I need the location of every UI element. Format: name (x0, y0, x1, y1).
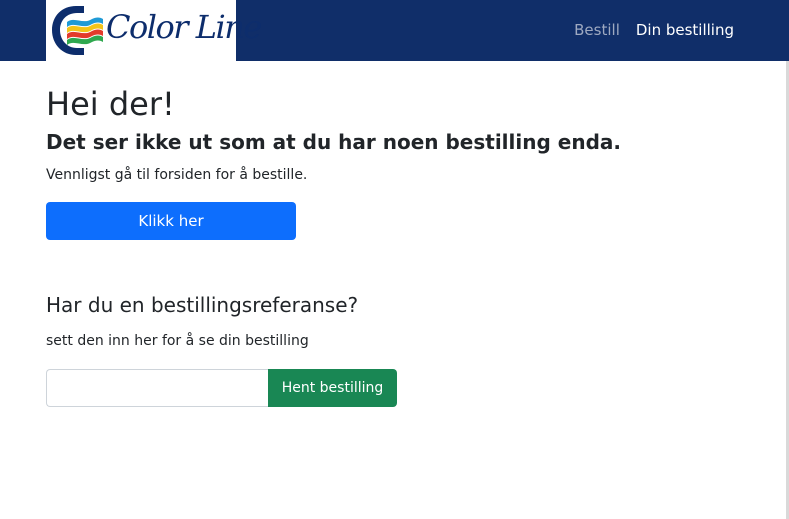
click-here-button[interactable]: Klikk her (46, 202, 296, 240)
main-nav: Bestill Din bestilling (574, 21, 734, 39)
booking-reference-hint: sett den inn her for å se din bestilling (46, 333, 309, 349)
no-booking-message: Det ser ikke ut som at du har noen besti… (46, 130, 621, 154)
nav-link-bestill[interactable]: Bestill (574, 21, 620, 39)
booking-instruction: Vennligst gå til forsiden for å bestille… (46, 167, 308, 183)
booking-reference-form: Hent bestilling (46, 369, 397, 407)
fetch-booking-button[interactable]: Hent bestilling (268, 369, 397, 407)
booking-reference-heading: Har du en bestillingsreferanse? (46, 293, 359, 317)
top-navbar: Color Line Bestill Din bestilling (0, 0, 789, 61)
main-content: Hei der! Det ser ikke ut som at du har n… (46, 84, 746, 407)
color-line-logo-link[interactable]: Color Line (46, 0, 262, 61)
logo-wordmark: Color Line (106, 8, 262, 46)
page-heading: Hei der! (46, 85, 175, 123)
nav-link-din-bestilling[interactable]: Din bestilling (636, 21, 734, 39)
booking-reference-input[interactable] (46, 369, 268, 407)
color-line-wave-logo-icon (52, 6, 103, 55)
